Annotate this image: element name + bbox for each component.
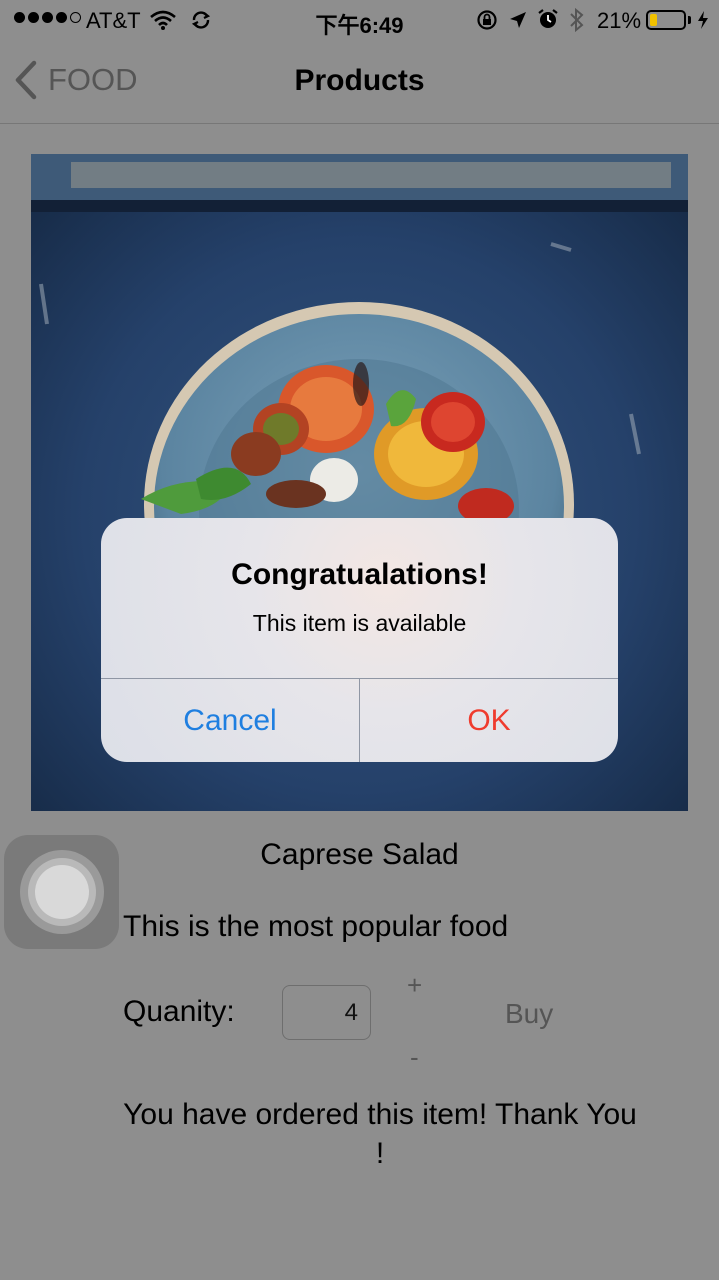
increment-button[interactable]: + <box>407 970 422 1001</box>
navigation-bar: FOOD Products <box>0 40 719 124</box>
ok-button[interactable]: OK <box>360 679 618 762</box>
alert-message: This item is available <box>252 610 467 636</box>
alert-title: Congratualations! <box>231 558 488 591</box>
charging-bolt-icon <box>698 11 708 29</box>
battery-percent: 21% <box>597 8 642 33</box>
quantity-input[interactable]: 4 <box>282 985 371 1040</box>
page-title: Products <box>294 64 425 97</box>
decrement-button[interactable]: - <box>410 1042 419 1073</box>
alarm-icon <box>538 9 558 28</box>
status-bar: AT&T 下午6:49 21% <box>0 0 719 40</box>
bluetooth-icon <box>570 7 584 33</box>
alert-dialog: Congratualations! This item is available… <box>101 518 618 762</box>
order-confirmation-text: You have ordered this item! Thank You ! <box>123 1098 637 1170</box>
cancel-button[interactable]: Cancel <box>101 679 359 762</box>
battery-icon <box>646 10 686 30</box>
product-name: Caprese Salad <box>260 838 459 871</box>
rotation-lock-icon <box>477 10 497 30</box>
buy-button[interactable]: Buy <box>505 998 553 1030</box>
product-description: This is the most popular food <box>123 910 509 943</box>
location-arrow-icon <box>510 12 526 28</box>
quantity-label: Quanity: <box>123 995 235 1028</box>
